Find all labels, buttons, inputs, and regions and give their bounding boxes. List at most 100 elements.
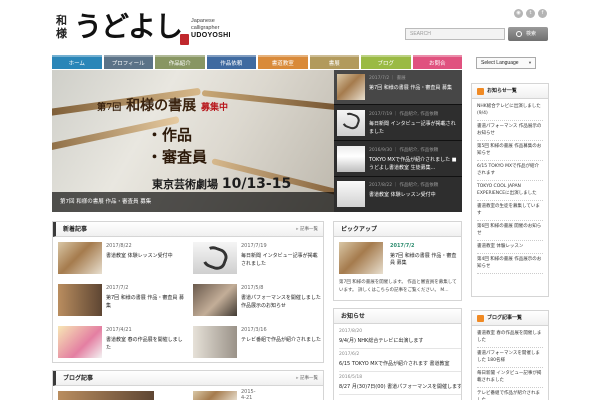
nav-label: 書展 [328,61,340,67]
hero-dates: 10/13-15 [221,176,292,192]
news-item[interactable]: 2017/8/20 9/4(月) NHK総合テレビに出演します [339,327,461,349]
post-title: 第7回 和様の書展 作品・審査員 募集 [106,295,184,309]
hero-title-prefix: 第7回 [97,103,122,113]
nav-label: ブログ [377,61,394,67]
section-header: ブログ記事 記事一覧 [53,371,323,386]
section-header: お知らせ [334,309,461,324]
section-title: 新着記事 [63,226,88,233]
site-logo[interactable]: 和様 うどよし Japanese calligrapher UDOYOSHI [56,10,231,50]
widget-link[interactable]: NHK総合テレビに出演しました(9/4) [477,101,543,121]
pickup-date: 2017/7/2 [390,243,415,249]
logo-en-line1: Japanese [191,18,215,24]
social-links: ◉ t f [514,9,547,18]
news-item[interactable]: 2016/5/18 8/27 月(30)7日(00) 書道パフォーマンスを開催し… [339,373,461,395]
widget-link[interactable]: 書道教室 体験レッスン [477,241,543,254]
search-input[interactable]: SEARCH [405,28,505,40]
nav-item-works[interactable]: 作品紹介 [155,55,205,69]
rss-icon[interactable]: ◉ [514,9,523,18]
section-header: ピックアップ [334,222,461,237]
nav-item-profile[interactable]: プロフィール [103,55,153,69]
hero-caption[interactable]: 第7回 和様の書展 作品・審査員 募集 [52,192,334,212]
nav-item-school[interactable]: 書道教室 [258,55,308,69]
slider-thumbnail [337,146,365,172]
nav-label: ホーム [68,61,85,67]
widget-link[interactable]: TOKYO COOL JAPAN EXPERIENCEに出演しました [477,181,543,201]
post-thumbnail [58,242,102,274]
widget-link[interactable]: 第4回 和様の書展 作品展示のお知らせ [477,254,543,274]
widget-link[interactable]: 書道パフォーマンス 作品展示のお知らせ [477,121,543,141]
slider-item[interactable]: 2017/8/22 ｜ 作品紹介, 作品依頼 書道教室 体験レッスン受付中 [334,177,462,212]
nav-label: プロフィール [111,61,145,67]
widget-link[interactable]: 第5回 和様の書展 作品募集のお知らせ [477,141,543,161]
sidebar-blog-widget: ブログ記事一覧 書道教室 春の作品展を開催しました 書道パフォーマンスを開催しま… [471,310,549,400]
more-link[interactable]: 記事一覧 [296,222,318,237]
widget-link[interactable]: 毎日新聞 インタビュー記事が掲載されました [477,368,543,388]
main-nav: ホーム プロフィール 作品紹介 作品依頼 書道教室 書展 ブログ お問合 [52,55,462,69]
rss-icon[interactable] [477,315,484,322]
hero-slide[interactable]: 第7回 和様の書展 募集中 ・作品 ・審査員 東京芸術劇場 10/13-15 第… [52,70,334,212]
post-date: 2017/3/16 [241,327,267,333]
news-title: 6/15 TOKYO MXで作品が紹介されます 書道教室 [339,361,450,367]
nav-item-contact[interactable]: お問合 [412,55,462,69]
slider-thumbnail [337,181,365,207]
logo-kanji-big: うどよし [74,10,183,43]
slider-item[interactable]: 2017/7/2 ｜ 書展 第7回 和様の書展 作品・審査員 募集 [334,70,462,105]
post-thumbnail [193,391,237,400]
news-date: 2017/8/20 [339,329,363,334]
nav-item-home[interactable]: ホーム [52,55,102,69]
sidebar-news-widget: お知らせ一覧 NHK総合テレビに出演しました(9/4) 書道パフォーマンス 作品… [471,83,549,297]
post-date: 2017/7/2 [106,285,129,291]
hero-bullet: ・作品 [147,126,193,144]
widget-link[interactable]: 第6回 和様の書展 開催のお知らせ [477,221,543,241]
rss-icon[interactable] [477,88,484,95]
more-link[interactable]: 記事一覧 [296,371,318,386]
search-button[interactable]: 検索 [508,27,548,41]
section-title: ピックアップ [341,226,378,233]
slider-item-meta: 2017/7/19 ｜ 作品紹介, 作品依頼 [369,112,439,117]
slider-list: 2017/7/2 ｜ 書展 第7回 和様の書展 作品・審査員 募集 2017/7… [334,70,462,212]
post-thumbnail [58,326,102,358]
widget-link[interactable]: 書道教室 春の作品展を開催しました [477,328,543,348]
post-date: 2017/8/22 [106,243,132,249]
facebook-icon[interactable]: f [538,9,547,18]
pickup-title[interactable]: 第7回 和様の書展 作品・審査員 募集 [390,252,461,266]
nav-item-request[interactable]: 作品依頼 [206,55,256,69]
language-select[interactable]: Select Language [476,57,536,69]
twitter-icon[interactable]: t [526,9,535,18]
slider-item[interactable]: 2016/9/30 ｜ 作品紹介, 作品依頼 TOKYO MXで作品が紹介されま… [334,142,462,177]
widget-link[interactable]: 書道パフォーマンスを開催しました 180名様 [477,348,543,368]
widget-link[interactable]: 6/15 TOKYO MXで作品が紹介されます [477,161,543,181]
widget-link[interactable]: テレビ番組で作品が紹介されました [477,388,543,400]
section-header: 新着記事 記事一覧 [53,222,323,237]
nav-label: 作品紹介 [168,61,191,67]
slider-item-meta: 2016/9/30 ｜ 作品紹介, 作品依頼 [369,148,439,153]
logo-kanji-small: 和様 [56,14,67,40]
logo-english: Japanese calligrapher UDOYOSHI [191,18,231,39]
hero-bullet: ・審査員 [147,148,208,166]
hero-venue-name: 東京芸術劇場 [152,178,218,191]
pickup-thumbnail[interactable] [339,242,383,274]
post-thumbnail [58,391,154,400]
slider-item-title: 第7回 和様の書展 作品・審査員 募集 [369,85,452,91]
post-thumbnail [58,284,102,316]
widget-header: ブログ記事一覧 [472,311,548,326]
nav-label: 書道教室 [271,61,294,67]
news-date: 2017/6/2 [339,352,360,357]
slider-item[interactable]: 2017/7/19 ｜ 作品紹介, 作品依頼 毎日新聞 インタビュー記事が掲載さ… [334,106,462,141]
slider-item-meta: 2017/7/2 ｜ 書展 [369,76,406,81]
nav-item-blog[interactable]: ブログ [361,55,411,69]
seal-icon [180,34,189,45]
hero-bullets: ・作品 ・審査員 [147,124,207,168]
post-title: テレビ番組で作品が紹介されました [241,337,322,343]
news-item[interactable]: 2017/6/2 6/15 TOKYO MXで作品が紹介されます 書道教室 [339,350,461,372]
widget-link[interactable]: 書道教室の生徒を募集しています [477,201,543,221]
nav-label: 作品依頼 [220,61,243,67]
hero-title: 第7回 和様の書展 募集中 [97,95,228,115]
hero-title-suffix: 募集中 [201,103,229,113]
slider-item-title: 毎日新聞 インタビュー記事が掲載されました [369,121,456,135]
widget-title: お知らせ一覧 [487,88,517,94]
post-thumbnail [193,242,237,274]
nav-item-exhibition[interactable]: 書展 [309,55,359,69]
logo-en-line2: calligrapher [191,25,220,31]
logo-en-name: UDOYOSHI [191,32,231,39]
